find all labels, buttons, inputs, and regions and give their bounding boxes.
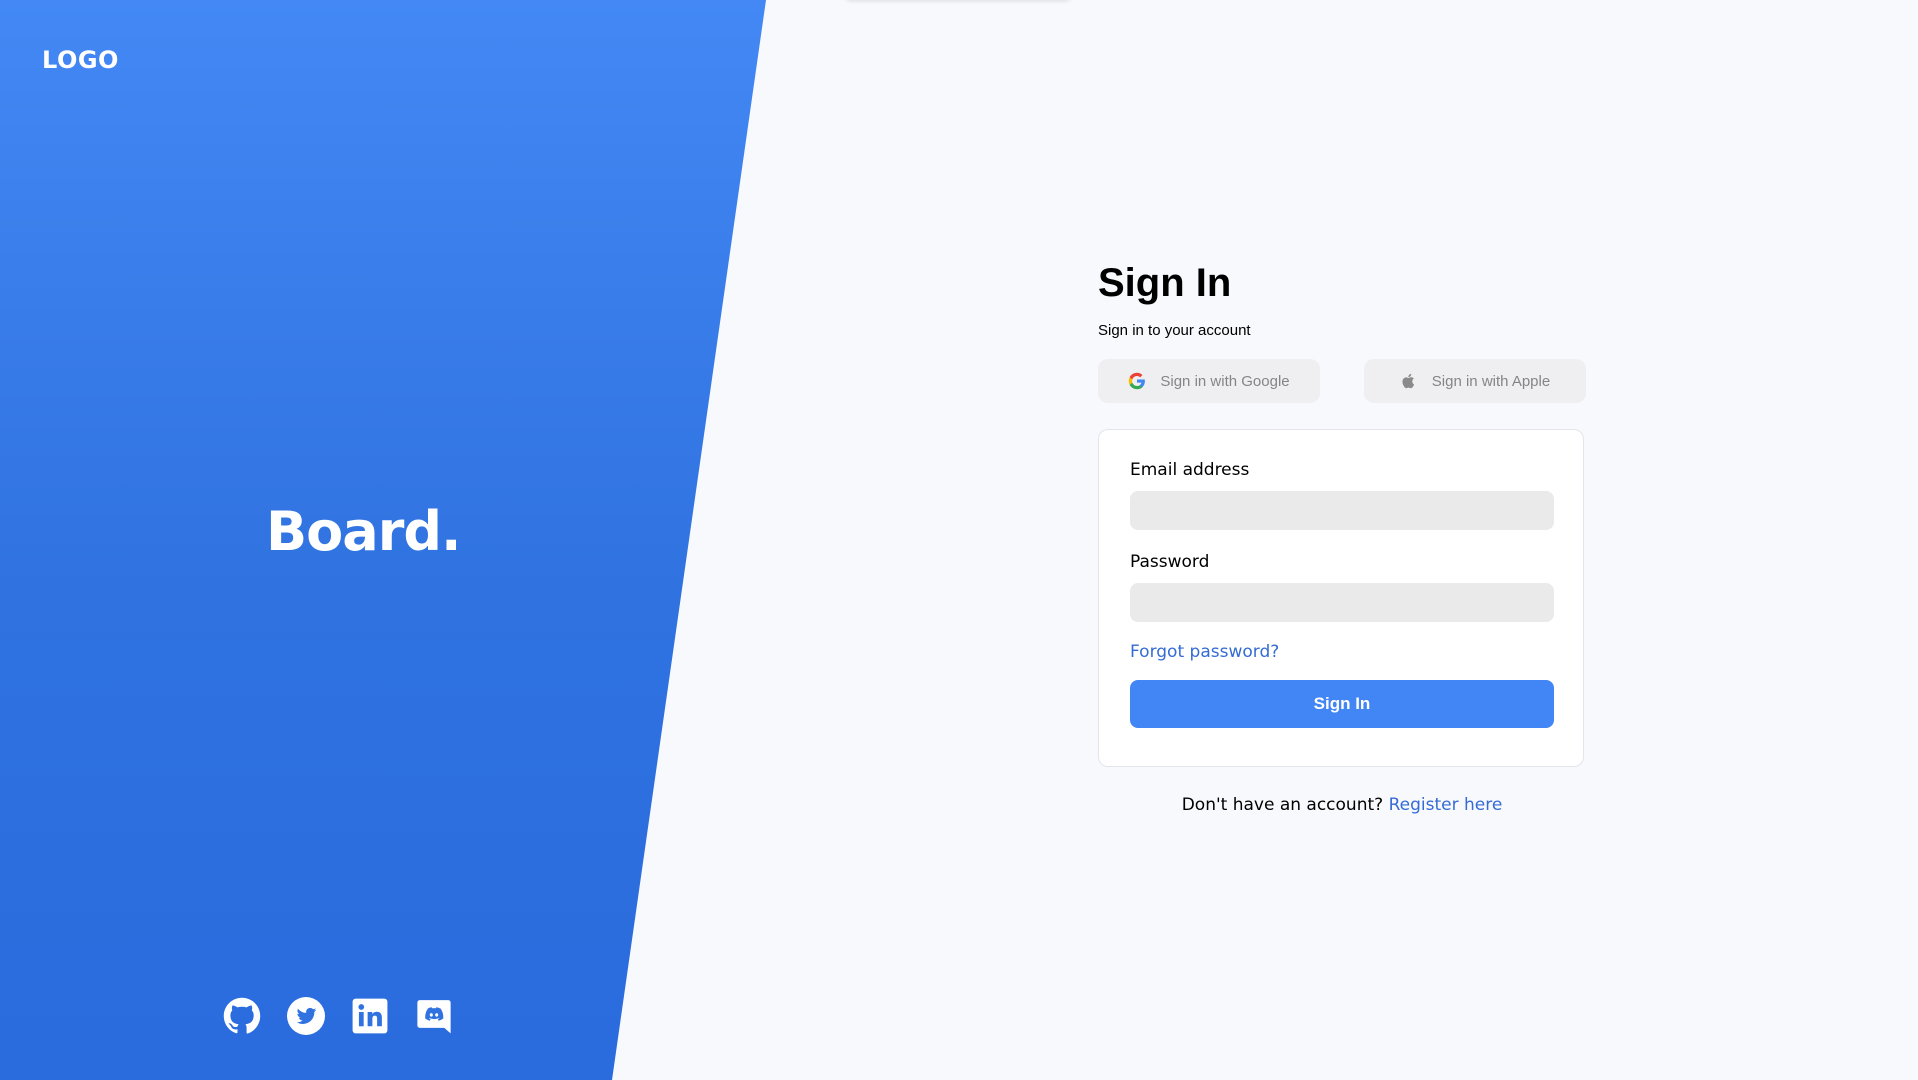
google-sign-in-button[interactable]: Sign in with Google [1098, 359, 1320, 403]
google-button-label: Sign in with Google [1160, 372, 1290, 390]
page-title: Sign In [1098, 261, 1232, 305]
sign-in-button[interactable]: Sign In [1130, 680, 1554, 728]
brand-title: Board. [266, 500, 461, 563]
discord-link[interactable] [414, 996, 454, 1036]
sign-in-card: Email address Password Forgot password? … [1098, 429, 1584, 767]
password-label: Password [1130, 552, 1210, 572]
github-link[interactable] [222, 996, 262, 1036]
password-field[interactable] [1130, 583, 1554, 622]
email-field[interactable] [1130, 491, 1554, 530]
page-subtitle: Sign in to your account [1098, 322, 1251, 339]
google-icon [1129, 372, 1146, 390]
register-prompt-text: Don't have an account? [1181, 795, 1384, 815]
email-label: Email address [1130, 460, 1250, 480]
sign-in-form-area: Sign In Sign in to your account Sign in … [1098, 258, 1586, 815]
linkedin-link[interactable] [350, 996, 390, 1036]
discord-icon [417, 1000, 451, 1034]
twitter-link[interactable] [286, 996, 326, 1036]
social-links [222, 996, 454, 1036]
apple-icon [1402, 373, 1414, 389]
forgot-password-link[interactable]: Forgot password? [1130, 642, 1279, 662]
register-link[interactable]: Register here [1389, 795, 1503, 815]
github-icon [223, 997, 261, 1034]
twitter-icon [287, 997, 325, 1035]
field-spacer [1130, 530, 1552, 552]
brand-panel: LOGO Board. [0, 0, 766, 1080]
apple-sign-in-button[interactable]: Sign in with Apple [1364, 359, 1586, 403]
logo[interactable]: LOGO [42, 46, 119, 74]
oauth-buttons: Sign in with Google Sign in with Apple [1098, 359, 1586, 403]
apple-button-label: Sign in with Apple [1431, 372, 1551, 390]
register-prompt: Don't have an account? Register here [1098, 795, 1586, 815]
sign-in-page: LOGO Board. Sign In Sign in to your acco… [0, 0, 1918, 1080]
linkedin-icon [352, 998, 388, 1034]
